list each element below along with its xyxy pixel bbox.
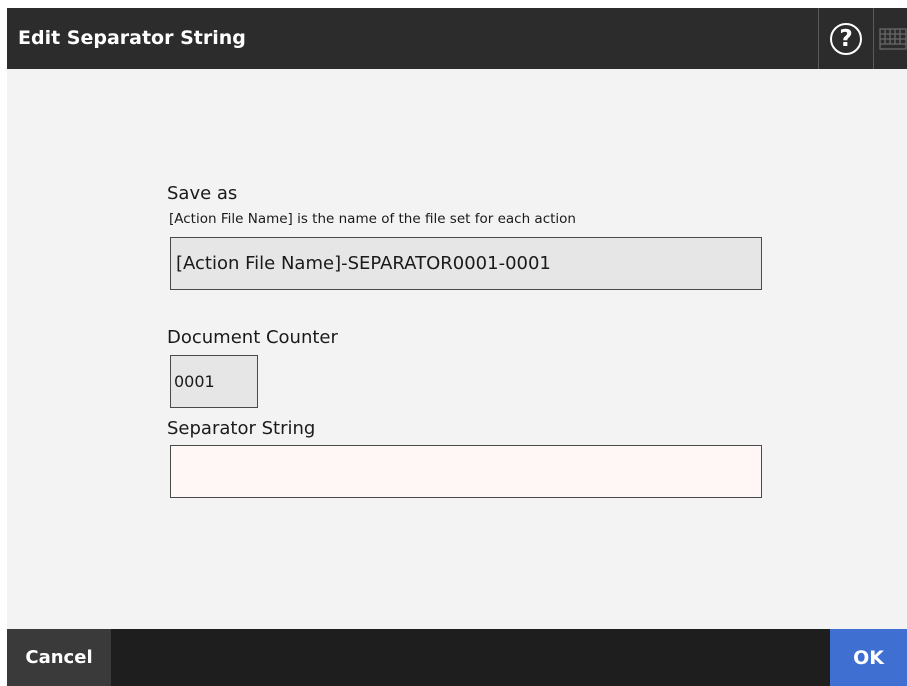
save-as-field: [Action File Name]-SEPARATOR0001-0001 bbox=[170, 237, 762, 290]
keyboard-icon bbox=[879, 27, 907, 50]
separator-string-label: Separator String bbox=[167, 418, 316, 439]
footer-bar: Cancel OK bbox=[7, 629, 907, 686]
cancel-button[interactable]: Cancel bbox=[7, 629, 111, 686]
form-panel: Save as [Action File Name] is the name o… bbox=[7, 69, 907, 629]
keyboard-button[interactable] bbox=[874, 8, 907, 69]
title-bar: Edit Separator String ? bbox=[7, 8, 907, 69]
help-button[interactable]: ? bbox=[818, 8, 874, 69]
document-counter-label: Document Counter bbox=[167, 327, 338, 348]
separator-string-input[interactable] bbox=[170, 445, 762, 498]
ok-button[interactable]: OK bbox=[830, 629, 907, 686]
window-title: Edit Separator String bbox=[18, 27, 246, 49]
save-as-label: Save as bbox=[167, 183, 238, 204]
question-circle-icon: ? bbox=[830, 22, 862, 55]
save-as-hint: [Action File Name] is the name of the fi… bbox=[169, 211, 576, 227]
document-counter-field: 0001 bbox=[170, 355, 258, 408]
